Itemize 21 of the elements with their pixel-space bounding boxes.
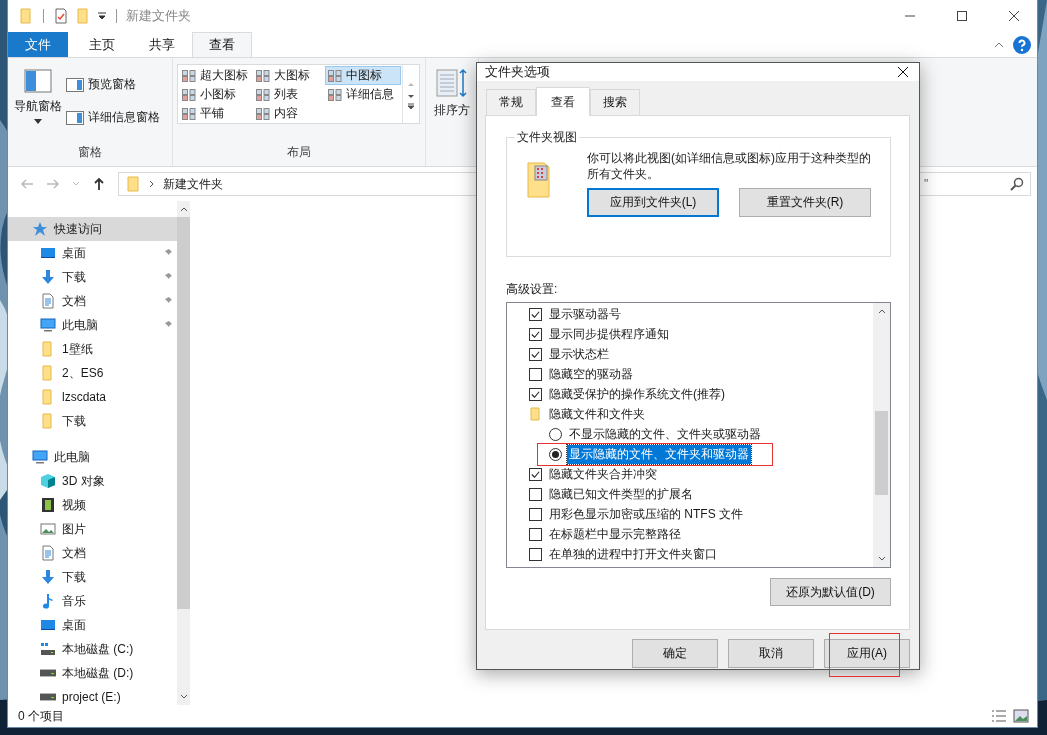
group-legend: 文件夹视图: [515, 129, 579, 146]
window-title: 新建文件夹: [126, 7, 191, 25]
option-label: 显示驱动器号: [548, 305, 622, 323]
option-label: 显示状态栏: [548, 345, 610, 363]
dialog-title: 文件夹选项: [485, 63, 550, 81]
option-label: 在单独的进程中打开文件夹窗口: [548, 545, 718, 563]
option-label: 在标题栏中显示完整路径: [548, 525, 682, 543]
option-label: 不显示隐藏的文件、文件夹或驱动器: [568, 425, 762, 443]
category-label: 隐藏文件和文件夹: [548, 405, 646, 423]
group-label: 窗格: [77, 144, 103, 161]
option-label: 用彩色显示加密或压缩的 NTFS 文件: [548, 505, 744, 523]
description-text: 你可以将此视图(如详细信息或图标)应用于这种类型的所有文件夹。: [587, 150, 872, 182]
option-label: 隐藏受保护的操作系统文件(推荐): [548, 385, 726, 403]
option-label: 隐藏已知文件类型的扩展名: [548, 485, 694, 503]
option-label: 隐藏文件夹合并冲突: [548, 465, 658, 483]
option-label: 隐藏空的驱动器: [548, 365, 634, 383]
item-count: 0 个项目: [18, 707, 64, 725]
group-label: 布局: [286, 144, 312, 161]
option-label: 显示隐藏的文件、文件夹和驱动器: [567, 444, 751, 464]
option-label: 显示同步提供程序通知: [548, 325, 670, 343]
section-label: 高级设置:: [506, 281, 559, 298]
